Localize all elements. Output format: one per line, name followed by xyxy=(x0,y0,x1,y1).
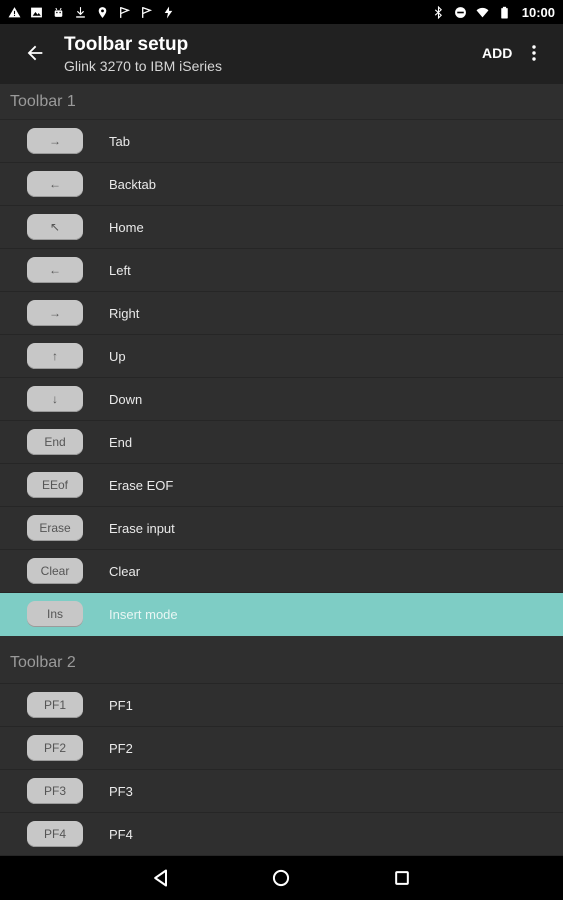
flash-icon xyxy=(162,6,175,19)
section-header-toolbar-2: Toolbar 2 xyxy=(0,636,563,684)
key-button[interactable]: End xyxy=(27,429,83,455)
key-button[interactable]: PF4 xyxy=(27,821,83,847)
warning-icon xyxy=(8,6,21,19)
item-label: Down xyxy=(109,391,143,407)
status-right-icons: 10:00 xyxy=(432,5,555,20)
list-item[interactable]: → Tab xyxy=(0,120,563,163)
add-button[interactable]: ADD xyxy=(482,45,512,61)
item-label: PF1 xyxy=(109,697,133,713)
item-label: Up xyxy=(109,348,126,364)
item-label: Right xyxy=(109,305,140,321)
key-button[interactable]: → xyxy=(27,128,83,154)
list-item[interactable]: ↖ Home xyxy=(0,206,563,249)
circle-home-icon xyxy=(272,869,290,887)
list-item[interactable]: ↑ Up xyxy=(0,335,563,378)
toolbar-list[interactable]: Toolbar 1 → Tab ← Backtab ↖ Home ← Left … xyxy=(0,84,563,856)
key-button[interactable]: Clear xyxy=(27,558,83,584)
key-button[interactable]: ← xyxy=(27,257,83,283)
key-button[interactable]: ← xyxy=(27,171,83,197)
item-label: End xyxy=(109,434,133,450)
key-button[interactable]: PF2 xyxy=(27,735,83,761)
list-item-selected[interactable]: Ins Insert mode xyxy=(0,593,563,636)
status-clock: 10:00 xyxy=(521,4,555,20)
page-title: Toolbar setup xyxy=(64,34,189,55)
list-item[interactable]: EEof Erase EOF xyxy=(0,464,563,507)
nav-home-button[interactable] xyxy=(271,868,291,888)
item-label: Tab xyxy=(109,133,130,149)
navigation-bar xyxy=(0,856,563,900)
list-item[interactable]: Clear Clear xyxy=(0,550,563,593)
wifi-icon xyxy=(476,6,489,19)
key-button[interactable]: → xyxy=(27,300,83,326)
item-label: Home xyxy=(109,219,144,235)
list-item[interactable]: ↓ Down xyxy=(0,378,563,421)
list-item[interactable]: PF4 PF4 xyxy=(0,813,563,856)
image-icon xyxy=(30,6,43,19)
more-vert-icon xyxy=(532,45,536,61)
key-button[interactable]: Erase xyxy=(27,515,83,541)
section-header-toolbar-1: Toolbar 1 xyxy=(0,84,563,120)
app-bar: Toolbar setup Glink 3270 to IBM iSeries … xyxy=(0,24,563,84)
arrow-back-icon xyxy=(27,45,43,61)
item-label: Erase EOF xyxy=(109,477,174,493)
status-left-icons xyxy=(8,6,175,19)
list-item[interactable]: End End xyxy=(0,421,563,464)
list-item[interactable]: PF1 PF1 xyxy=(0,684,563,727)
battery-icon xyxy=(498,6,511,19)
list-item[interactable]: PF2 PF2 xyxy=(0,727,563,770)
location-icon xyxy=(96,6,109,19)
bluetooth-icon xyxy=(432,5,445,19)
list-item[interactable]: ← Left xyxy=(0,249,563,292)
key-button[interactable]: ↖ xyxy=(27,214,83,240)
download-icon xyxy=(74,6,87,19)
list-item[interactable]: → Right xyxy=(0,292,563,335)
item-label: Left xyxy=(109,262,131,278)
nav-recents-button[interactable] xyxy=(392,868,412,888)
flag-icon xyxy=(140,6,153,19)
page-subtitle: Glink 3270 to IBM iSeries xyxy=(64,58,222,74)
key-button[interactable]: ↑ xyxy=(27,343,83,369)
key-button[interactable]: Ins xyxy=(27,601,83,627)
back-button[interactable] xyxy=(22,40,48,66)
key-button[interactable]: PF3 xyxy=(27,778,83,804)
triangle-back-icon xyxy=(154,869,167,887)
list-item[interactable]: Erase Erase input xyxy=(0,507,563,550)
item-label: PF4 xyxy=(109,826,133,842)
key-button[interactable]: EEof xyxy=(27,472,83,498)
status-bar: 10:00 xyxy=(0,0,563,24)
item-label: Insert mode xyxy=(109,606,178,622)
more-options-button[interactable] xyxy=(526,40,542,66)
item-label: Backtab xyxy=(109,176,156,192)
item-label: Erase input xyxy=(109,520,175,536)
do-not-disturb-icon xyxy=(454,6,467,19)
nav-back-button[interactable] xyxy=(151,868,171,888)
key-button[interactable]: ↓ xyxy=(27,386,83,412)
item-label: Clear xyxy=(109,563,141,579)
key-button[interactable]: PF1 xyxy=(27,692,83,718)
list-item[interactable]: ← Backtab xyxy=(0,163,563,206)
square-recents-icon xyxy=(395,871,409,885)
android-icon xyxy=(52,6,65,19)
flag-icon xyxy=(118,6,131,19)
item-label: PF2 xyxy=(109,740,133,756)
list-item[interactable]: PF3 PF3 xyxy=(0,770,563,813)
item-label: PF3 xyxy=(109,783,133,799)
